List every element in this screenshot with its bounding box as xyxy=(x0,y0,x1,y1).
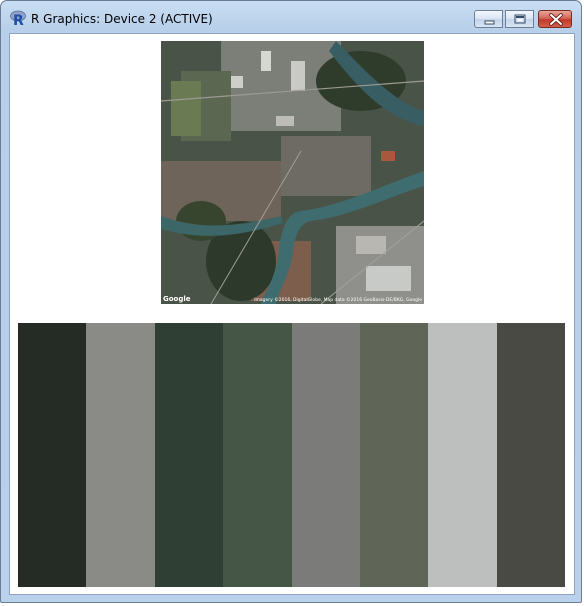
color-swatch-5 xyxy=(291,323,360,587)
satellite-map-image: Google Imagery ©2016, DigitalGlobe, Map … xyxy=(161,41,424,304)
graphics-device-canvas: Google Imagery ©2016, DigitalGlobe, Map … xyxy=(9,33,575,595)
maximize-icon xyxy=(514,14,526,24)
r-logo-icon: R xyxy=(10,9,26,29)
color-swatch-2 xyxy=(86,323,155,587)
close-icon xyxy=(549,13,563,26)
maximize-button[interactable] xyxy=(505,10,534,28)
color-palette xyxy=(18,323,565,587)
color-swatch-7 xyxy=(428,323,497,587)
color-swatch-3 xyxy=(154,323,224,587)
r-graphics-window: R R Graphics: Device 2 (ACTIVE) Google I… xyxy=(0,0,582,603)
minimize-button[interactable] xyxy=(474,10,503,28)
map-copyright: Imagery ©2016, DigitalGlobe, Map data ©2… xyxy=(254,298,422,303)
color-swatch-4 xyxy=(223,323,292,587)
title-bar[interactable]: R R Graphics: Device 2 (ACTIVE) xyxy=(1,1,581,33)
color-swatch-8 xyxy=(496,323,565,587)
window-title: R Graphics: Device 2 (ACTIVE) xyxy=(31,12,213,26)
color-swatch-6 xyxy=(359,323,429,587)
google-logo: Google xyxy=(163,295,191,303)
close-button[interactable] xyxy=(538,10,572,28)
svg-text:R: R xyxy=(13,13,24,26)
color-swatch-1 xyxy=(18,323,87,587)
minimize-icon xyxy=(484,20,495,25)
